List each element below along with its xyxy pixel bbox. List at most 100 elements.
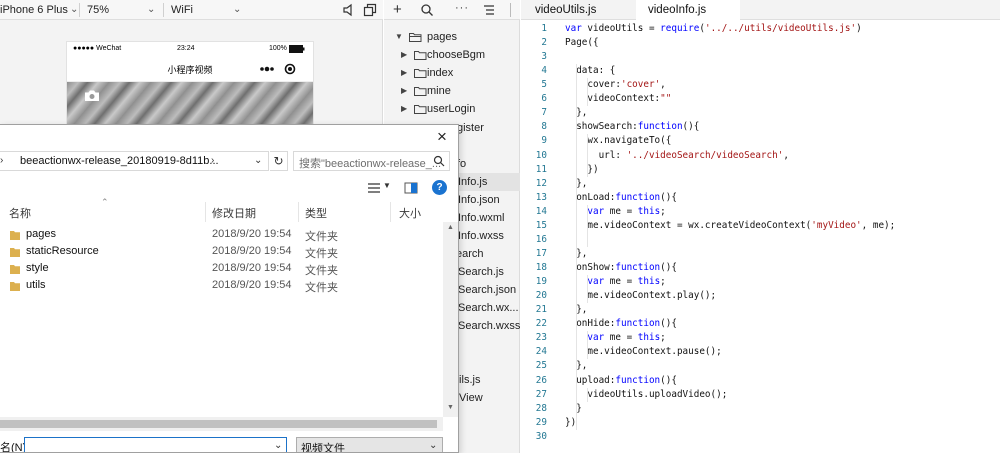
breadcrumb-chevron-icon[interactable]: ›: [0, 155, 3, 166]
line-number: 30: [535, 430, 547, 442]
address-dropdown-icon[interactable]: ⌄: [254, 155, 262, 166]
tree-file-item[interactable]: gister: [457, 119, 484, 137]
tree-folder-index[interactable]: ▶ index: [384, 64, 520, 82]
tree-folder-userlogin[interactable]: ▶ userLogin: [384, 100, 520, 118]
code-string: 'myVideo': [811, 219, 862, 231]
tree-file-item[interactable]: Search.json: [458, 281, 516, 299]
code-line: 24 me.videoContext.pause();: [521, 345, 1000, 359]
volume-icon[interactable]: [341, 2, 357, 18]
column-divider[interactable]: [390, 202, 391, 222]
breadcrumb-chevron-icon[interactable]: ›: [211, 155, 214, 166]
code-token: (){: [660, 262, 677, 274]
line-number: 13: [535, 191, 547, 203]
code-keyword: function: [615, 191, 661, 203]
code-keyword: function: [637, 121, 683, 133]
code-text: }): [565, 416, 576, 430]
collapse-all-icon[interactable]: [482, 3, 496, 17]
breadcrumb[interactable]: beeactionwx-release_20180919-8d11b...: [20, 155, 219, 167]
code-keyword: this: [637, 332, 661, 344]
chevron-down-icon[interactable]: ▼: [395, 28, 403, 46]
tree-file-item[interactable]: Info.wxss: [458, 227, 504, 245]
code-line: 27 videoUtils.uploadVideo();: [521, 388, 1000, 402]
search-icon[interactable]: [433, 155, 445, 167]
tree-folder-mine[interactable]: ▶ mine: [384, 82, 520, 100]
vertical-scrollbar[interactable]: ▲ ▼: [443, 222, 458, 417]
code-text: me.videoContext.pause();: [565, 345, 721, 359]
tab-videoinfo[interactable]: videoInfo.js: [636, 0, 740, 20]
tree-file-item[interactable]: Search.wxss: [458, 317, 520, 335]
filename-field[interactable]: ⌄: [24, 437, 287, 452]
file-row[interactable]: style 2018/9/20 19:54 文件夹: [0, 260, 440, 277]
chevron-right-icon[interactable]: ▶: [401, 64, 407, 82]
tree-file-item[interactable]: Info.wxml: [458, 209, 504, 227]
zoom-select[interactable]: 75% ⌄: [87, 0, 157, 20]
tree-file-item[interactable]: View: [459, 389, 483, 407]
close-icon[interactable]: ×: [433, 128, 451, 146]
add-file-icon[interactable]: +: [393, 1, 402, 18]
file-row[interactable]: staticResource 2018/9/20 19:54 文件夹: [0, 243, 440, 260]
code-keyword: var: [587, 332, 605, 344]
capsule-menu[interactable]: [253, 61, 299, 77]
tree-file-item[interactable]: Info.json: [458, 191, 500, 209]
file-row[interactable]: utils 2018/9/20 19:54 文件夹: [0, 277, 440, 294]
refresh-icon[interactable]: ↻: [270, 151, 288, 171]
chevron-down-icon[interactable]: ⌄: [274, 440, 282, 451]
tree-file-item[interactable]: tils.js: [456, 371, 480, 389]
line-number: 19: [535, 276, 547, 288]
tree-folder-choosebgm[interactable]: ▶ chooseBgm: [384, 46, 520, 64]
address-bar[interactable]: › beeactionwx-release_20180919-8d11b... …: [0, 151, 269, 171]
dialog-toolbar: ▼ ?: [0, 177, 458, 199]
chevron-right-icon[interactable]: ▶: [401, 100, 407, 118]
chevron-right-icon[interactable]: ▶: [401, 46, 407, 64]
phone-navbar: 小程序视频: [67, 56, 313, 82]
scroll-up-icon[interactable]: ▲: [447, 224, 454, 231]
column-divider[interactable]: [205, 202, 206, 222]
file-type: 文件夹: [305, 282, 338, 294]
copy-window-icon[interactable]: [362, 2, 378, 18]
line-number: 25: [535, 360, 547, 372]
folder-icon: [10, 248, 20, 257]
tree-folder-pages[interactable]: ▼ pages: [384, 28, 520, 46]
view-options-icon[interactable]: [367, 181, 381, 195]
folder-icon: [10, 265, 20, 274]
more-icon[interactable]: ···: [455, 2, 469, 14]
tree-file-item[interactable]: Search.wx...: [458, 299, 519, 317]
column-date[interactable]: 修改日期: [212, 205, 256, 221]
tree-file-item[interactable]: Search.js: [458, 263, 504, 281]
code-token: }): [565, 163, 599, 175]
device-select[interactable]: iPhone 6 Plus ⌄: [0, 0, 78, 20]
help-icon[interactable]: ?: [432, 180, 447, 195]
column-size[interactable]: 大小: [399, 205, 421, 221]
horizontal-scrollbar[interactable]: [0, 417, 443, 431]
code-text: me.videoContext = wx.createVideoContext(…: [565, 219, 895, 233]
camera-icon[interactable]: [84, 89, 100, 102]
column-type[interactable]: 类型: [305, 205, 327, 221]
code-token: me =: [604, 332, 638, 344]
filetype-select[interactable]: 视频文件 ⌄: [296, 437, 443, 452]
code-line: 23 var me = this;: [521, 331, 1000, 345]
search-input[interactable]: 搜索"beeactionwx-release_...: [293, 151, 450, 171]
tree-file-item[interactable]: earch: [456, 245, 484, 263]
chevron-down-icon[interactable]: ▼: [383, 181, 391, 190]
line-number: 17: [535, 247, 547, 259]
code-line: 11 }): [521, 163, 1000, 177]
file-row[interactable]: pages 2018/9/20 19:54 文件夹: [0, 226, 440, 243]
line-number: 20: [535, 290, 547, 302]
tab-videoutils[interactable]: videoUtils.js: [521, 0, 636, 20]
chevron-right-icon[interactable]: ▶: [401, 82, 407, 100]
code-line: 6 videoContext:"": [521, 92, 1000, 106]
network-select[interactable]: WiFi ⌄: [171, 0, 251, 20]
column-name[interactable]: 名称: [9, 205, 31, 221]
preview-pane-icon[interactable]: [404, 181, 418, 195]
tree-file-item[interactable]: Info.js: [458, 173, 487, 191]
search-icon[interactable]: [420, 3, 434, 17]
code-text: onHide:function(){: [565, 317, 677, 331]
code-token: ;: [660, 205, 666, 217]
column-divider[interactable]: [298, 202, 299, 222]
horizontal-scroll-thumb[interactable]: [0, 420, 437, 428]
filename-input[interactable]: [27, 439, 267, 452]
code-token: videoUtils.uploadVideo();: [565, 388, 728, 400]
code-keyword: function: [615, 262, 661, 274]
scroll-down-icon[interactable]: ▼: [447, 404, 454, 411]
line-number: 27: [535, 388, 547, 400]
